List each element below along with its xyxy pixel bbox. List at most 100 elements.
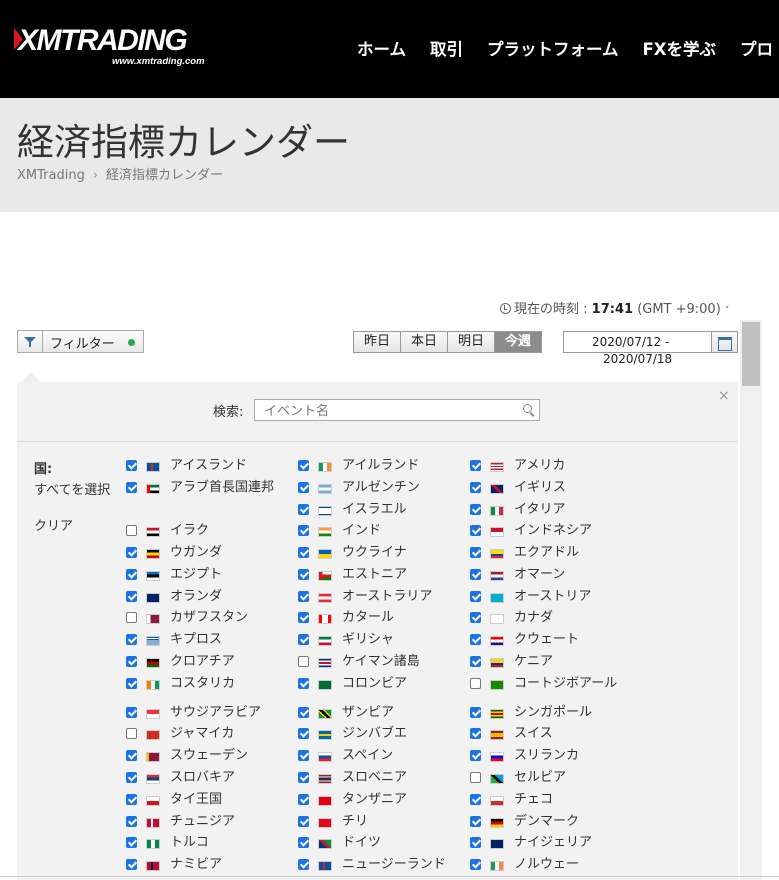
vertical-scrollbar[interactable] — [740, 320, 762, 880]
logo-url: www.xmtrading.com — [112, 56, 205, 67]
scrollbar-thumb[interactable] — [742, 322, 760, 386]
country-checkbox[interactable] — [298, 569, 309, 580]
country-checkbox[interactable] — [470, 728, 481, 739]
date-from: 2020/07/12 - — [592, 335, 670, 349]
country-checkbox[interactable] — [470, 504, 481, 515]
country-flag-icon — [146, 709, 160, 719]
country-checkbox[interactable] — [298, 612, 309, 623]
country-checkbox[interactable] — [470, 482, 481, 493]
country-name: スイス — [514, 726, 553, 741]
country-checkbox[interactable] — [126, 794, 137, 805]
country-name: ウガンダ — [170, 545, 223, 560]
country-checkbox[interactable] — [470, 547, 481, 558]
country-checkbox[interactable] — [298, 859, 309, 870]
country-checkbox[interactable] — [126, 750, 137, 761]
country-name: サウジアラビア — [170, 705, 262, 720]
date-range-picker[interactable]: 2020/07/12 - — [563, 331, 738, 353]
country-checkbox[interactable] — [126, 569, 137, 580]
close-icon[interactable]: × — [718, 388, 730, 404]
country-checkbox[interactable] — [298, 728, 309, 739]
clear-link[interactable]: クリア — [34, 515, 73, 534]
country-checkbox[interactable] — [298, 460, 309, 471]
country-checkbox[interactable] — [126, 612, 137, 623]
country-checkbox[interactable] — [298, 591, 309, 602]
country-checkbox[interactable] — [298, 634, 309, 645]
calendar-icon[interactable] — [711, 332, 737, 352]
country-checkbox[interactable] — [126, 678, 137, 689]
search-icon[interactable] — [523, 404, 532, 413]
country-flag-icon — [490, 680, 504, 690]
country-checkbox[interactable] — [298, 547, 309, 558]
nav-pro[interactable]: プロ — [740, 36, 773, 60]
country-checkbox[interactable] — [470, 634, 481, 645]
period-today[interactable]: 本日 — [401, 332, 449, 352]
country-flag-icon — [490, 796, 504, 806]
country-checkbox[interactable] — [470, 794, 481, 805]
country-name: ザンビア — [342, 705, 395, 720]
country-checkbox[interactable] — [470, 707, 481, 718]
event-search-input[interactable] — [254, 399, 540, 421]
country-checkbox[interactable] — [126, 482, 137, 493]
country-checkbox[interactable] — [126, 837, 137, 848]
country-checkbox[interactable] — [470, 612, 481, 623]
country-checkbox[interactable] — [126, 859, 137, 870]
current-time[interactable]: 現在の時刻 : 17:41 (GMT +9:00) ˅ — [500, 298, 729, 317]
country-checkbox[interactable] — [126, 460, 137, 471]
country-checkbox[interactable] — [470, 656, 481, 667]
filter-button[interactable]: フィルター — [17, 330, 144, 353]
time-label: 現在の時刻 : — [514, 302, 588, 317]
country-name: ジンバブエ — [342, 726, 408, 741]
country-checkbox[interactable] — [470, 750, 481, 761]
country-checkbox[interactable] — [298, 482, 309, 493]
country-checkbox[interactable] — [298, 794, 309, 805]
period-this-week[interactable]: 今週 — [495, 332, 542, 352]
country-checkbox[interactable] — [470, 460, 481, 471]
country-flag-icon — [146, 796, 160, 806]
country-checkbox[interactable] — [298, 772, 309, 783]
country-checkbox[interactable] — [126, 772, 137, 783]
country-checkbox[interactable] — [470, 837, 481, 848]
country-flag-icon — [146, 658, 160, 668]
period-tomorrow[interactable]: 明日 — [448, 332, 496, 352]
country-checkbox[interactable] — [126, 547, 137, 558]
country-flag-icon — [490, 774, 504, 784]
country-checkbox[interactable] — [298, 504, 309, 515]
country-checkbox[interactable] — [470, 591, 481, 602]
country-checkbox[interactable] — [126, 707, 137, 718]
country-checkbox[interactable] — [126, 634, 137, 645]
country-checkbox[interactable] — [298, 837, 309, 848]
country-checkbox[interactable] — [298, 525, 309, 536]
country-flag-icon — [318, 774, 332, 784]
country-name: エジプト — [170, 567, 223, 582]
country-name: タンザニア — [342, 792, 408, 807]
country-checkbox[interactable] — [298, 707, 309, 718]
country-checkbox[interactable] — [298, 656, 309, 667]
nav-home[interactable]: ホーム — [357, 36, 406, 60]
select-all-link[interactable]: すべてを選択 — [34, 483, 114, 498]
country-checkbox[interactable] — [298, 816, 309, 827]
country-flag-icon — [146, 839, 160, 849]
country-checkbox[interactable] — [470, 569, 481, 580]
country-checkbox[interactable] — [470, 525, 481, 536]
country-name: イギリス — [514, 480, 567, 495]
country-checkbox[interactable] — [470, 772, 481, 783]
country-flag-icon — [490, 484, 504, 494]
period-yesterday[interactable]: 昨日 — [354, 332, 402, 352]
country-checkbox[interactable] — [126, 816, 137, 827]
breadcrumb-home[interactable]: XMTrading — [17, 168, 85, 183]
nav-learn-fx[interactable]: FXを学ぶ — [643, 36, 717, 60]
clock-icon — [500, 303, 511, 314]
nav-platform[interactable]: プラットフォーム — [487, 36, 619, 60]
country-checkbox[interactable] — [126, 728, 137, 739]
country-checkbox[interactable] — [126, 525, 137, 536]
country-checkbox[interactable] — [298, 678, 309, 689]
country-checkbox[interactable] — [470, 678, 481, 689]
xmtrading-logo[interactable]: XMTRADING www.xmtrading.com — [18, 26, 205, 68]
nav-trading[interactable]: 取引 — [430, 36, 463, 60]
country-checkbox[interactable] — [126, 656, 137, 667]
country-checkbox[interactable] — [470, 816, 481, 827]
country-checkbox[interactable] — [126, 591, 137, 602]
country-checkbox[interactable] — [298, 750, 309, 761]
panel-divider — [17, 441, 738, 442]
country-checkbox[interactable] — [470, 859, 481, 870]
